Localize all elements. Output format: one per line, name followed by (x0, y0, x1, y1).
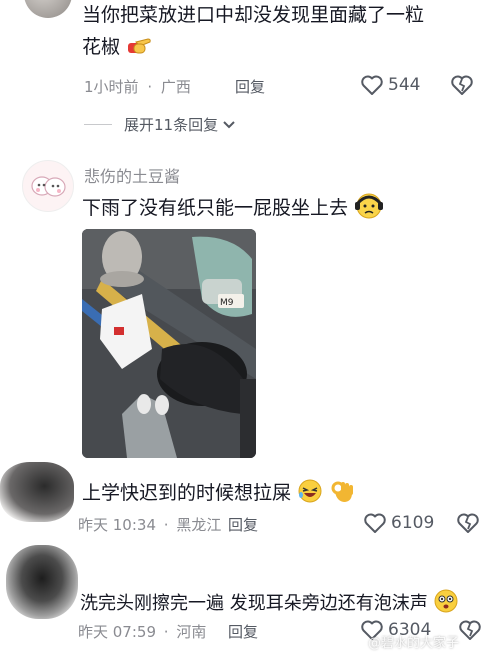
separator: · (147, 78, 153, 96)
comment-meta: 昨天 10:34 · 黑龙江 (78, 514, 221, 535)
like-count: 6109 (391, 513, 435, 533)
comment-text: 下雨了没有纸只能一屁股坐上去 (82, 190, 384, 223)
chevron-down-icon (222, 120, 236, 130)
comment-text-part: 洗完头刚擦完一遍 发现耳朵旁边还有泡沫声 (80, 593, 428, 614)
comment-meta: 昨天 07:59 · 河南 (78, 621, 206, 642)
reply-button[interactable]: 回复 (235, 76, 265, 97)
expand-replies-label: 展开11条回复 (124, 116, 219, 134)
photo-scooter: M9 (82, 229, 256, 458)
comment-text-part: 上学快迟到的时候想拉屎 (82, 482, 292, 504)
sad-face-icon (354, 190, 384, 220)
broken-heart-icon (458, 619, 482, 641)
divider-line (84, 124, 112, 125)
like-button[interactable]: 544 (360, 74, 420, 96)
ok-hand-icon (329, 478, 355, 504)
heart-icon (360, 74, 384, 96)
like-button[interactable]: 6109 (363, 512, 434, 534)
comment-time: 1小时前 (84, 78, 139, 96)
comment-meta: 1小时前 · 广西 (84, 76, 191, 97)
dizzy-face-icon (433, 588, 459, 614)
reply-button[interactable]: 回复 (228, 621, 258, 642)
comment-text-line2: 花椒 (82, 32, 152, 62)
avatar[interactable] (22, 160, 74, 212)
comment-text-part: 花椒 (82, 36, 121, 58)
avatar[interactable] (24, 0, 72, 18)
avatar[interactable] (6, 545, 78, 619)
heart-icon (363, 512, 387, 534)
comment-time: 昨天 07:59 (78, 623, 156, 641)
comment-location: 黑龙江 (176, 516, 222, 534)
broken-heart-icon (456, 512, 480, 534)
comment-text-part: 下雨了没有纸只能一屁股坐上去 (82, 197, 349, 219)
comment-image[interactable]: M9 (82, 229, 256, 458)
reply-button[interactable]: 回复 (228, 514, 258, 535)
dislike-button[interactable] (450, 74, 474, 96)
username[interactable]: 悲伤的土豆酱 (84, 163, 180, 187)
comment-text: 洗完头刚擦完一遍 发现耳朵旁边还有泡沫声 (80, 588, 459, 619)
like-count: 544 (388, 75, 421, 95)
avatar[interactable] (0, 462, 74, 522)
dislike-button[interactable] (456, 512, 480, 534)
watermark: @碧水的大家子 (368, 636, 460, 651)
comment-text: 上学快迟到的时候想拉屎 (82, 478, 355, 508)
separator: · (163, 516, 169, 534)
laughing-face-icon (297, 478, 323, 504)
point-finger-icon (126, 33, 152, 57)
comment-text: 当你把菜放进口中却没发现里面藏了一粒 (82, 4, 425, 26)
dislike-button[interactable] (458, 619, 482, 641)
expand-replies[interactable]: 展开11条回复 (84, 114, 236, 135)
separator: · (163, 623, 169, 641)
comment-location: 河南 (176, 623, 207, 641)
broken-heart-icon (450, 74, 474, 96)
scooter-sticker: M9 (220, 298, 234, 308)
comment-time: 昨天 10:34 (78, 516, 156, 534)
comment-location: 广西 (160, 78, 191, 96)
